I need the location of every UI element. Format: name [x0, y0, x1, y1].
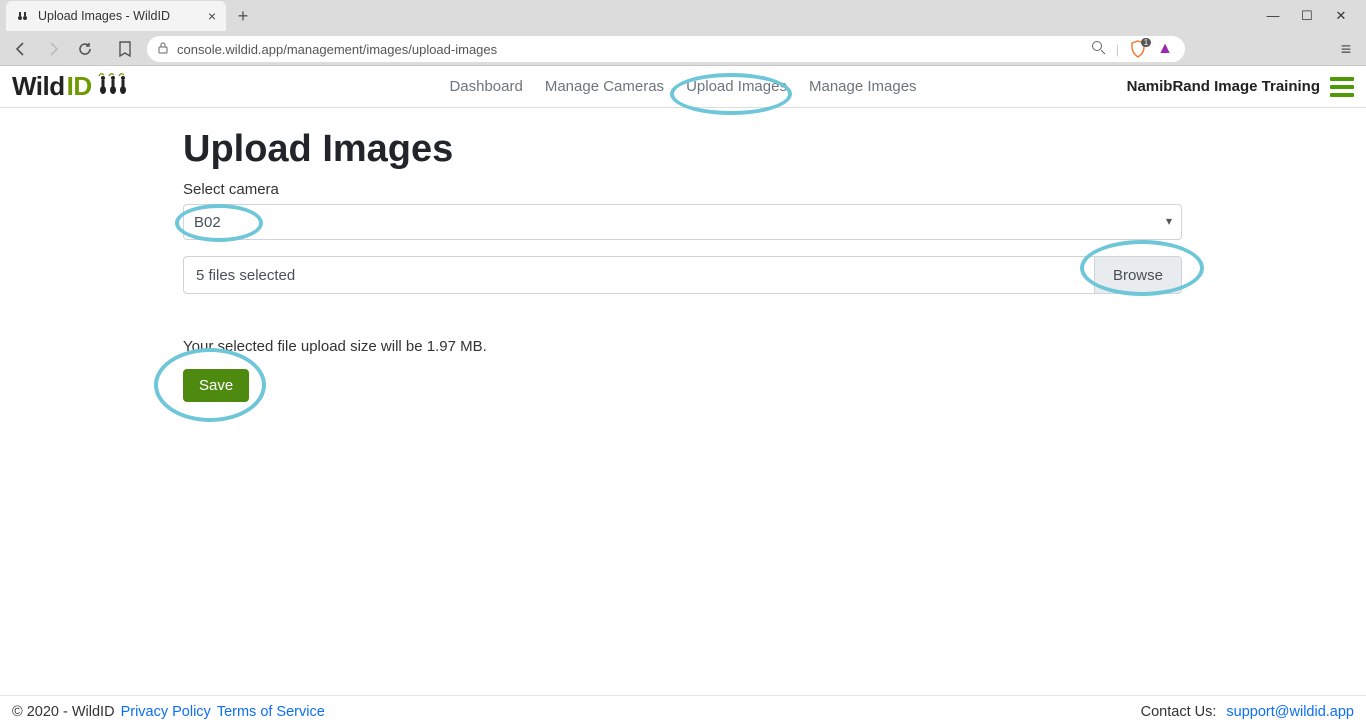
bookmark-icon[interactable]: [114, 38, 136, 60]
page-title: Upload Images: [183, 128, 1183, 171]
hamburger-menu-icon[interactable]: [1330, 77, 1354, 97]
footer-contact-label: Contact Us:: [1141, 704, 1221, 720]
browse-button[interactable]: Browse: [1094, 257, 1181, 293]
footer-copyright: © 2020 - WildID: [12, 704, 115, 720]
select-camera-label: Select camera: [183, 181, 1183, 198]
tab-title: Upload Images - WildID: [38, 9, 170, 23]
browser-menu-icon[interactable]: ≡: [1336, 39, 1356, 60]
logo-text-1: Wild: [12, 71, 65, 102]
maximize-icon[interactable]: ☐: [1300, 8, 1314, 24]
url-text: console.wildid.app/management/images/upl…: [177, 42, 497, 57]
org-name: NamibRand Image Training: [1127, 78, 1320, 95]
tab-bar: Upload Images - WildID × + ― ☐ ✕: [0, 0, 1366, 32]
lock-icon: [157, 41, 169, 57]
close-tab-icon[interactable]: ×: [208, 8, 216, 24]
file-status-text: 5 files selected: [184, 257, 1094, 293]
camera-select[interactable]: B02: [183, 204, 1182, 240]
nav-links: Dashboard Manage Cameras Upload Images M…: [449, 78, 916, 95]
logo-figures-icon: [96, 72, 130, 102]
shield-count: 1: [1141, 38, 1151, 47]
save-button[interactable]: Save: [183, 369, 249, 402]
browser-tab[interactable]: Upload Images - WildID ×: [6, 1, 226, 31]
favicon-icon: [16, 9, 30, 23]
app-header: WildID Dashboard Manage Cameras Upload I…: [0, 66, 1366, 108]
logo-text-2: ID: [67, 71, 92, 102]
logo[interactable]: WildID: [12, 71, 130, 102]
forward-button[interactable]: [42, 38, 64, 60]
file-input-row: 5 files selected Browse: [183, 256, 1182, 294]
nav-manage-cameras[interactable]: Manage Cameras: [545, 78, 664, 95]
address-bar: console.wildid.app/management/images/upl…: [0, 32, 1366, 66]
nav-manage-images[interactable]: Manage Images: [809, 78, 917, 95]
back-button[interactable]: [10, 38, 32, 60]
browser-chrome: Upload Images - WildID × + ― ☐ ✕ console…: [0, 0, 1366, 66]
upload-size-info: Your selected file upload size will be 1…: [183, 338, 1183, 355]
separator: |: [1116, 42, 1119, 57]
brave-shield-icon[interactable]: 1: [1129, 40, 1147, 58]
footer-privacy-link[interactable]: Privacy Policy: [121, 704, 211, 720]
reload-button[interactable]: [74, 38, 96, 60]
footer: © 2020 - WildID Privacy Policy Terms of …: [0, 695, 1366, 728]
new-tab-button[interactable]: +: [230, 3, 256, 29]
nav-dashboard[interactable]: Dashboard: [449, 78, 522, 95]
nav-upload-images[interactable]: Upload Images: [686, 78, 787, 95]
window-controls: ― ☐ ✕: [1266, 8, 1360, 24]
minimize-icon[interactable]: ―: [1266, 8, 1280, 24]
footer-terms-link[interactable]: Terms of Service: [217, 704, 325, 720]
main-content: Upload Images Select camera B02 ▾ 5 file…: [0, 108, 1183, 402]
url-box[interactable]: console.wildid.app/management/images/upl…: [146, 35, 1186, 63]
close-window-icon[interactable]: ✕: [1334, 8, 1348, 24]
zoom-icon[interactable]: [1091, 40, 1106, 58]
footer-contact-email[interactable]: support@wildid.app: [1226, 704, 1354, 720]
extension-icon[interactable]: ▲: [1157, 40, 1173, 58]
org-section: NamibRand Image Training: [1127, 77, 1354, 97]
